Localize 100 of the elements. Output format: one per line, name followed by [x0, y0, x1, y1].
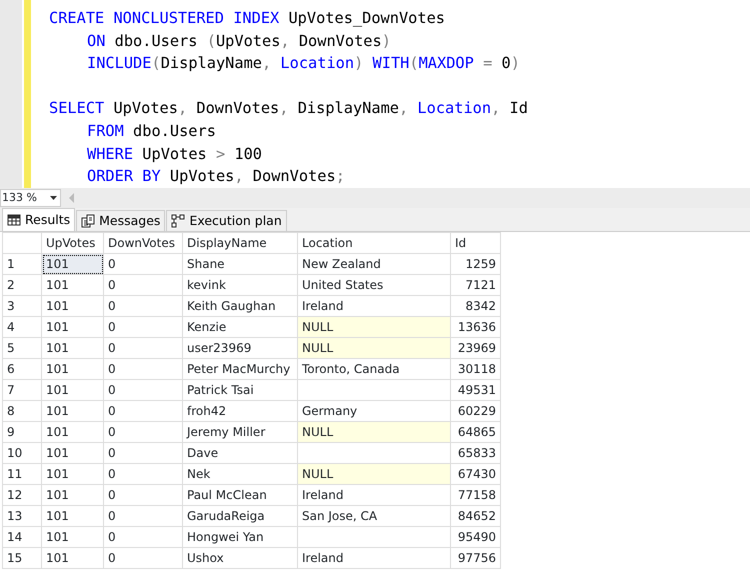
tab[interactable]: Messages: [76, 210, 166, 231]
table-cell: 0: [104, 422, 182, 442]
table-cell: 101: [42, 338, 104, 358]
table-cell: 101: [42, 464, 104, 484]
plan-icon: [171, 214, 186, 228]
code-line: CREATE NONCLUSTERED INDEX UpVotes_DownVotes: [49, 8, 446, 29]
table-cell: kevink: [182, 274, 298, 296]
table-cell: Dave: [182, 442, 298, 464]
row-number[interactable]: 8: [2, 400, 42, 422]
row-number[interactable]: 2: [2, 274, 42, 296]
scroll-left-icon[interactable]: [67, 192, 77, 204]
table-cell: 95490: [450, 526, 500, 548]
row-number[interactable]: 10: [2, 442, 42, 464]
table-cell: Ushox: [182, 548, 298, 568]
table-cell: 0: [104, 526, 182, 548]
table-cell: 101: [42, 380, 104, 400]
table-cell: Hongwei Yan: [182, 526, 298, 548]
table-cell: 101: [42, 526, 104, 548]
code-line: SELECT UpVotes, DownVotes, DisplayName, Location, Id: [49, 98, 528, 120]
table-cell: Paul McClean: [182, 484, 298, 506]
row-number[interactable]: 11: [2, 464, 42, 484]
table-cell: NULL: [298, 422, 450, 442]
row-number[interactable]: 5: [2, 338, 42, 358]
table-cell: NULL: [298, 316, 450, 338]
table-cell: 0: [104, 464, 182, 484]
zoom-dropdown[interactable]: 133 %: [0, 189, 61, 207]
table-cell: 0: [104, 358, 182, 380]
row-number[interactable]: 4: [2, 316, 42, 338]
row-number[interactable]: 13: [2, 506, 42, 526]
code-line: INCLUDE(DisplayName, Location) WITH(MAXDOP = 0): [86, 53, 521, 74]
table-cell: NULL: [298, 464, 450, 484]
table-cell: 0: [104, 380, 182, 400]
table-cell: Ireland: [298, 548, 450, 568]
column-header[interactable]: DownVotes: [104, 232, 182, 254]
column-header[interactable]: UpVotes: [42, 232, 104, 254]
code-line: FROM dbo.Users: [86, 120, 217, 142]
table-cell: 60229: [450, 400, 500, 422]
table-cell: 101: [42, 358, 104, 380]
table-cell: 23969: [450, 338, 500, 358]
table-cell: Nek: [182, 464, 298, 484]
caret-icon: [50, 196, 57, 200]
row-number[interactable]: 6: [2, 358, 42, 380]
column-header[interactable]: DisplayName: [182, 232, 298, 254]
table-cell: 30118: [450, 358, 500, 380]
table-cell: 0: [104, 254, 182, 274]
table-cell: 1259: [450, 254, 500, 274]
row-number[interactable]: 12: [2, 484, 42, 506]
table-cell: 101: [42, 400, 104, 422]
table-cell: 77158: [450, 484, 500, 506]
table-cell: 101: [42, 548, 104, 568]
table-cell: United States: [298, 274, 450, 296]
table-cell: 101: [42, 484, 104, 506]
table-cell: GarudaReiga: [182, 506, 298, 526]
table-cell: 101: [42, 254, 104, 274]
table-cell: 0: [104, 274, 182, 296]
table-cell: 0: [104, 316, 182, 338]
tab[interactable]: Execution plan: [166, 210, 287, 231]
table-cell: NULL: [298, 338, 450, 358]
column-header[interactable]: Id: [450, 232, 500, 254]
table-cell: 84652: [450, 506, 500, 526]
table-cell: 8342: [450, 296, 500, 316]
table-cell: Shane: [182, 254, 298, 274]
table-cell: Jeremy Miller: [182, 422, 298, 442]
table-cell: 0: [104, 442, 182, 464]
table-cell: 101: [42, 442, 104, 464]
table-cell: 7121: [450, 274, 500, 296]
table-cell: 101: [42, 316, 104, 338]
table-cell: 0: [104, 548, 182, 568]
row-number[interactable]: 7: [2, 380, 42, 400]
code-line: ORDER BY UpVotes, DownVotes;: [86, 166, 346, 188]
table-cell: Ireland: [298, 484, 450, 506]
row-number[interactable]: 3: [2, 296, 42, 316]
code-line: WHERE UpVotes > 100: [86, 144, 264, 165]
column-header[interactable]: Location: [298, 232, 450, 254]
row-number[interactable]: 9: [2, 422, 42, 442]
grid-icon: [7, 213, 21, 227]
table-cell: 0: [104, 400, 182, 422]
table-cell: 0: [104, 296, 182, 316]
table-cell: 13636: [450, 316, 500, 338]
table-cell: San Jose, CA: [298, 506, 450, 526]
table-cell: Keith Gaughan: [182, 296, 298, 316]
table-cell: Peter MacMurchy: [182, 358, 298, 380]
table-cell: 101: [42, 506, 104, 526]
code-line: ON dbo.Users (UpVotes, DownVotes): [86, 30, 392, 52]
table-cell: 97756: [450, 548, 500, 568]
table-cell: 64865: [450, 422, 500, 442]
table-cell: New Zealand: [298, 254, 450, 274]
table-cell: 101: [42, 274, 104, 296]
table-cell: user23969: [182, 338, 298, 358]
table-cell: froh42: [182, 400, 298, 422]
table-cell: 0: [104, 338, 182, 358]
table-cell: Toronto, Canada: [298, 358, 450, 380]
table-cell: 67430: [450, 464, 500, 484]
table-cell: 65833: [450, 442, 500, 464]
tab[interactable]: Results: [2, 208, 76, 231]
table-cell: 101: [42, 422, 104, 442]
table-cell: Patrick Tsai: [182, 380, 298, 400]
table-cell: 0: [104, 484, 182, 506]
row-number[interactable]: 14: [2, 526, 42, 548]
row-number[interactable]: 15: [2, 548, 42, 568]
